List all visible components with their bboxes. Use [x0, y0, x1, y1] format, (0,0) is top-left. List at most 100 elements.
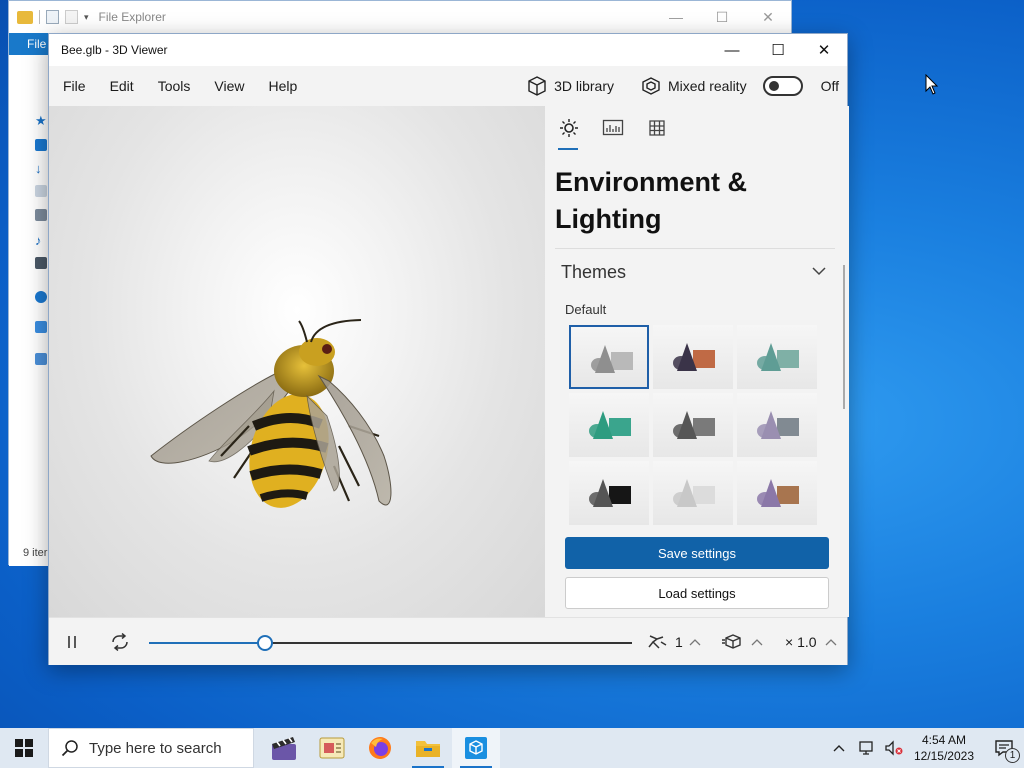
theme-tile[interactable] — [653, 461, 733, 525]
network-icon[interactable] — [858, 740, 876, 756]
chevron-down-icon[interactable] — [811, 266, 827, 276]
theme-box-shape — [777, 350, 799, 368]
minimize-button[interactable]: — — [709, 34, 755, 66]
mixed-reality-toggle[interactable] — [762, 76, 803, 96]
loop-button[interactable] — [109, 618, 131, 666]
theme-preview — [673, 479, 715, 507]
chevron-up-icon — [689, 639, 701, 646]
themes-header[interactable]: Themes — [561, 262, 626, 283]
start-button[interactable] — [0, 728, 48, 768]
animation-count: 1 — [675, 634, 683, 650]
cube-icon — [528, 76, 546, 96]
timeline-thumb[interactable] — [256, 635, 273, 651]
playback-speed-button[interactable]: × 1.0 — [785, 618, 837, 666]
notification-count-badge: 1 — [1005, 748, 1020, 763]
minimize-button[interactable]: — — [653, 1, 699, 33]
3d-viewer-icon — [465, 737, 487, 759]
desktop-icon[interactable] — [35, 139, 47, 151]
panel-tabs — [555, 118, 671, 150]
window-title: Bee.glb - 3D Viewer — [61, 43, 168, 57]
search-box[interactable]: Type here to search — [48, 728, 254, 768]
theme-tile[interactable] — [737, 325, 817, 389]
taskbar-notes-app[interactable] — [308, 728, 356, 768]
network-icon[interactable] — [35, 353, 47, 365]
chevron-up-icon — [751, 639, 763, 646]
close-button[interactable]: ✕ — [745, 1, 791, 33]
timeline-slider[interactable] — [149, 635, 632, 651]
taskbar: Type here to search 4:54 AM 12/15/2023 1 — [0, 728, 1024, 768]
folder-icon[interactable] — [17, 10, 33, 24]
sun-icon — [560, 119, 578, 137]
theme-tile[interactable] — [569, 325, 649, 389]
pause-button[interactable] — [65, 618, 79, 666]
status-bar-item-count: 9 iter — [23, 547, 48, 559]
taskbar-3d-viewer[interactable] — [452, 728, 500, 768]
theme-tile[interactable] — [569, 461, 649, 525]
maximize-button[interactable]: ☐ — [699, 1, 745, 33]
clapperboard-icon — [272, 737, 296, 760]
theme-tile[interactable] — [737, 393, 817, 457]
document-icon — [319, 737, 345, 759]
navigation-pane: ★ ↓ ♪ — [9, 55, 49, 566]
volume-muted-icon[interactable] — [884, 740, 904, 756]
theme-tile[interactable] — [737, 461, 817, 525]
clock[interactable]: 4:54 AM 12/15/2023 — [914, 732, 974, 764]
notifications-button[interactable]: 1 — [984, 728, 1024, 768]
animation-count-button[interactable]: 1 — [647, 618, 701, 666]
menu-tools[interactable]: Tools — [146, 78, 203, 94]
playback-bar: 1 × 1.0 — [49, 617, 847, 665]
theme-tile[interactable] — [653, 325, 733, 389]
menu-help[interactable]: Help — [256, 78, 309, 94]
theme-preview — [589, 479, 631, 507]
theme-box-shape — [609, 486, 631, 504]
new-folder-icon[interactable] — [65, 10, 78, 24]
music-icon[interactable]: ♪ — [35, 233, 42, 248]
taskbar-file-explorer[interactable] — [404, 728, 452, 768]
search-icon — [61, 740, 78, 757]
viewer-titlebar[interactable]: Bee.glb - 3D Viewer — ☐ ✕ — [49, 34, 847, 66]
properties-icon[interactable] — [46, 10, 59, 24]
panel-title: Environment & Lighting — [555, 167, 748, 234]
panel-scrollbar[interactable] — [843, 265, 845, 409]
menu-view[interactable]: View — [202, 78, 256, 94]
loop-icon — [112, 633, 128, 651]
tab-grid[interactable] — [643, 118, 671, 150]
chevron-down-icon[interactable]: ▾ — [84, 12, 89, 23]
taskbar-firefox[interactable] — [356, 728, 404, 768]
timeline-progress — [149, 642, 265, 644]
stats-chart-icon — [602, 119, 624, 136]
quick-access-star-icon[interactable]: ★ — [35, 113, 47, 129]
3d-viewport[interactable] — [49, 106, 545, 617]
quick-access-toolbar: ▾ — [17, 10, 89, 24]
theme-box-shape — [693, 418, 715, 436]
bee-model[interactable] — [49, 106, 545, 617]
load-settings-button[interactable]: Load settings — [565, 577, 829, 609]
tab-environment[interactable] — [555, 118, 583, 150]
save-settings-button[interactable]: Save settings — [565, 537, 829, 569]
downloads-icon[interactable]: ↓ — [35, 161, 42, 176]
maximize-button[interactable]: ☐ — [755, 34, 801, 66]
theme-box-shape — [777, 486, 799, 504]
mixed-reality-label: Mixed reality — [667, 78, 747, 94]
menu-edit[interactable]: Edit — [98, 78, 146, 94]
playback-speed: × 1.0 — [785, 634, 817, 650]
model-options-button[interactable] — [721, 618, 763, 666]
file-explorer-titlebar[interactable]: ▾ File Explorer — ☐ ✕ — [9, 1, 791, 33]
this-pc-icon[interactable] — [35, 321, 47, 333]
close-button[interactable]: ✕ — [801, 34, 847, 66]
tab-stats[interactable] — [599, 118, 627, 150]
pictures-icon[interactable] — [35, 209, 47, 221]
documents-icon[interactable] — [35, 185, 47, 197]
theme-tile[interactable] — [569, 393, 649, 457]
3d-viewer-window[interactable]: Bee.glb - 3D Viewer — ☐ ✕ File Edit Tool… — [48, 33, 849, 665]
videos-icon[interactable] — [35, 257, 47, 269]
taskbar-clapperboard-app[interactable] — [260, 728, 308, 768]
theme-tile[interactable] — [653, 393, 733, 457]
chevron-up-icon[interactable] — [832, 743, 846, 753]
theme-preview — [757, 411, 799, 439]
pause-icon — [68, 636, 76, 648]
theme-box-shape — [777, 418, 799, 436]
onedrive-icon[interactable] — [35, 291, 47, 303]
menu-file[interactable]: File — [49, 78, 98, 94]
3d-library-button[interactable]: 3D library — [554, 78, 614, 94]
